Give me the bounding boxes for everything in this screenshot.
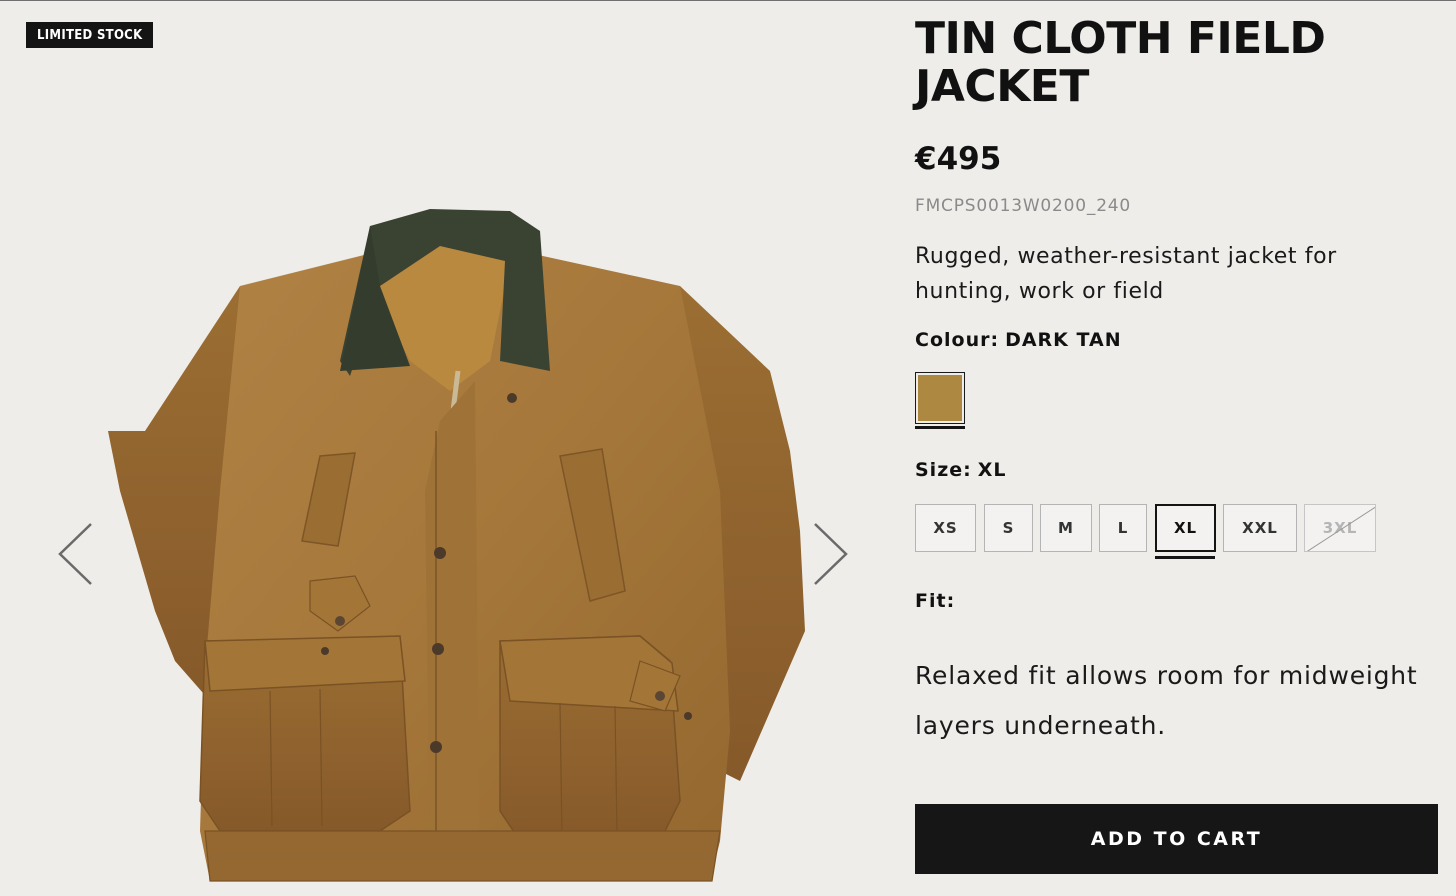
size-selected-indicator [1155,556,1215,559]
colour-swatch-dark-tan[interactable] [915,372,965,424]
size-options: XS S M L XL XXL 3XL [915,504,1445,564]
product-page: LIMITED STOCK TIN CLOTH FIELD JACKET €49… [0,0,1456,896]
size-option-3xl[interactable]: 3XL [1304,504,1376,552]
size-option-xxl[interactable]: XXL [1223,504,1297,552]
size-option-xs[interactable]: XS [915,504,976,552]
product-price: €495 [915,141,1002,177]
fit-description: Relaxed fit allows room for midweight la… [915,661,1418,740]
product-sku: FMCPS0013W0200_240 [915,196,1132,216]
product-title: TIN CLOTH FIELD JACKET [915,13,1326,112]
unavailable-strike [1305,505,1375,551]
size-option-l[interactable]: L [1099,504,1147,552]
colour-label: Colour: DARK TAN [915,329,1122,351]
fit-label: Fit: [915,590,956,612]
size-label: Size: XL [915,459,1007,481]
add-to-cart-button[interactable]: ADD TO CART [915,804,1438,874]
colour-label-text: Colour: [915,329,1000,351]
product-gallery: LIMITED STOCK [0,1,880,896]
size-option-xl[interactable]: XL [1155,504,1216,552]
swatch-fill [918,375,962,421]
product-info: TIN CLOTH FIELD JACKET €495 FMCPS0013W02… [915,1,1445,896]
size-label-text: Size: [915,459,972,481]
size-option-s[interactable]: S [984,504,1033,552]
size-option-m[interactable]: M [1040,504,1092,552]
chevron-right-icon [814,523,848,585]
product-image[interactable] [80,191,840,896]
gallery-next-button[interactable] [806,517,856,591]
size-value: XL [977,459,1007,481]
colour-value: DARK TAN [1005,329,1122,351]
product-description: Rugged, weather-resistant jacket for hun… [915,244,1337,304]
limited-stock-badge: LIMITED STOCK [26,22,154,48]
swatch-selected-indicator [915,426,965,429]
